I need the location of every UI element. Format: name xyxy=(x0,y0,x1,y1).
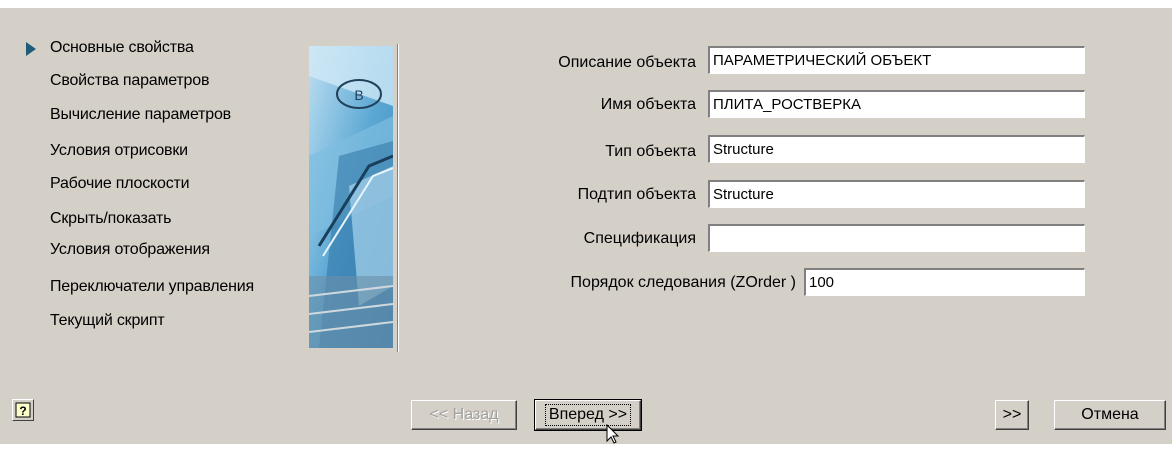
nav-item-control-switches[interactable]: Переключатели управления xyxy=(50,278,254,296)
zorder-field[interactable] xyxy=(804,268,1085,296)
wizard-dialog: Основные свойства Свойства параметров Вы… xyxy=(0,8,1172,444)
specification-label: Спецификация xyxy=(583,230,696,247)
type-label: Тип объекта xyxy=(605,143,696,160)
help-icon: ? xyxy=(15,402,31,418)
side-banner-image: B xyxy=(309,46,393,348)
svg-text:?: ? xyxy=(19,404,26,418)
subtype-label: Подтип объекта xyxy=(577,186,696,203)
nav-item-display-conditions[interactable]: Условия отображения xyxy=(50,241,210,259)
mouse-cursor-icon xyxy=(606,423,620,449)
nav-item-work-planes[interactable]: Рабочие плоскости xyxy=(50,175,190,193)
side-image-badge: B xyxy=(354,87,363,103)
finish-button[interactable]: >> xyxy=(995,400,1029,430)
type-field[interactable] xyxy=(708,135,1085,163)
name-field[interactable] xyxy=(708,90,1085,118)
next-button[interactable]: Вперед >> xyxy=(534,399,642,431)
next-button-label: Вперед >> xyxy=(544,404,632,426)
help-button[interactable]: ? xyxy=(12,399,34,421)
nav-item-parameter-properties[interactable]: Свойства параметров xyxy=(50,72,209,90)
description-field[interactable] xyxy=(708,46,1085,74)
zorder-label: Порядок следования (ZOrder ) xyxy=(570,274,796,291)
top-text-strip xyxy=(0,0,1172,8)
nav-item-current-script[interactable]: Текущий скрипт xyxy=(50,312,165,330)
vertical-separator xyxy=(397,44,399,352)
nav-item-hide-show[interactable]: Скрыть/показать xyxy=(50,210,171,228)
wizard-navigation: Основные свойства Свойства параметров Вы… xyxy=(0,8,310,348)
nav-item-drawing-conditions[interactable]: Условия отрисовки xyxy=(50,142,188,160)
nav-item-basic-properties[interactable]: Основные свойства xyxy=(50,39,194,57)
specification-field[interactable] xyxy=(708,224,1085,252)
subtype-field[interactable] xyxy=(708,180,1085,208)
back-button[interactable]: << Назад xyxy=(411,400,517,430)
name-label: Имя объекта xyxy=(600,96,696,113)
cancel-button[interactable]: Отмена xyxy=(1054,400,1166,430)
nav-item-parameter-calculation[interactable]: Вычисление параметров xyxy=(50,106,231,124)
description-label: Описание объекта xyxy=(558,54,696,71)
nav-arrow-icon xyxy=(26,42,36,56)
